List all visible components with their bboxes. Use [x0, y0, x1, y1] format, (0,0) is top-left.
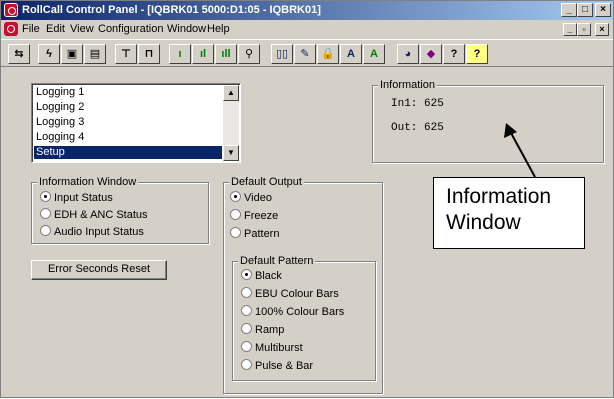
menu-window[interactable]: Window: [167, 23, 206, 35]
lock-icon[interactable]: 🔒: [317, 44, 339, 64]
radio-icon: [230, 227, 241, 238]
radio-icon: [230, 209, 241, 220]
menu-help[interactable]: Help: [207, 23, 230, 35]
font-a-green-icon[interactable]: A: [363, 44, 385, 64]
radio-pulse-bar[interactable]: Pulse & Bar: [241, 359, 313, 374]
document-icon[interactable]: [4, 22, 18, 36]
default-output-legend: Default Output: [229, 175, 304, 189]
save-all-icon[interactable]: ▤: [84, 44, 106, 64]
title-bar[interactable]: RollCall Control Panel - [IQBRK01 5000:D…: [1, 1, 613, 20]
radio-ebu-colour-bars[interactable]: EBU Colour Bars: [241, 287, 339, 302]
annotation-line-2: Window: [446, 211, 521, 234]
radio-label: EBU Colour Bars: [255, 288, 339, 300]
radio-multiburst[interactable]: Multiburst: [241, 341, 303, 356]
scroll-up-icon[interactable]: ▲: [223, 85, 239, 101]
mdi-minimize-button[interactable]: _: [563, 23, 577, 36]
information-legend: Information: [378, 78, 438, 92]
book-icon[interactable]: ▯▯: [271, 44, 293, 64]
radio-icon: [241, 323, 252, 334]
list-item[interactable]: Logging 2: [34, 101, 222, 114]
search-icon[interactable]: ⚲: [238, 44, 260, 64]
radio-label: Audio Input Status: [54, 226, 144, 238]
radio-label: Input Status: [54, 192, 113, 204]
radio-label: Freeze: [244, 210, 279, 222]
eraser-icon[interactable]: ◆: [420, 44, 442, 64]
bar-low-icon[interactable]: ı: [169, 44, 191, 64]
radio-label: Ramp: [255, 324, 285, 336]
radio-selected-icon: [230, 191, 241, 202]
radio-selected-icon: [40, 191, 51, 202]
scroll-down-icon[interactable]: ▼: [223, 145, 239, 161]
list-item-selected[interactable]: Setup: [34, 146, 222, 159]
window-title: RollCall Control Panel - [IQBRK01 5000:D…: [22, 4, 321, 16]
input-readout: In1: 625: [391, 98, 444, 110]
app-icon[interactable]: [4, 3, 18, 17]
radio-icon: [241, 359, 252, 370]
radio-icon: [241, 341, 252, 352]
menu-edit[interactable]: Edit: [46, 23, 65, 35]
bar-mid-icon[interactable]: ıl: [192, 44, 214, 64]
annotation-line-1: Information: [446, 185, 552, 208]
default-pattern-group: Default Pattern Black EBU Colour Bars 10…: [232, 254, 376, 381]
menu-bar: File Edit View Configuration Window Help…: [1, 21, 613, 38]
toolbar: ⇆ ϟ ▣ ▤ ⊤ ⊓ ı ıl ıll ⚲ ▯▯ ✎ 🔒 A A ◕ ◆ ? …: [1, 39, 613, 67]
information-group: Information In1: 625 Out: 625: [372, 78, 604, 163]
menu-file[interactable]: File: [22, 23, 40, 35]
help-icon[interactable]: ?: [443, 44, 465, 64]
network-icon[interactable]: ⊤: [115, 44, 137, 64]
radio-black[interactable]: Black: [241, 269, 282, 284]
lightning-icon[interactable]: ϟ: [38, 44, 60, 64]
device-icon[interactable]: ⊓: [138, 44, 160, 64]
radio-icon: [40, 225, 51, 236]
maximize-button[interactable]: □: [577, 3, 593, 17]
logging-list[interactable]: Logging 1 Logging 2 Logging 3 Logging 4 …: [31, 83, 241, 163]
default-output-group: Default Output Video Freeze Pattern Defa…: [223, 175, 383, 394]
radio-label: Video: [244, 192, 272, 204]
radio-label: Black: [255, 270, 282, 282]
connect-icon[interactable]: ⇆: [8, 44, 30, 64]
font-a-icon[interactable]: A: [340, 44, 362, 64]
list-item[interactable]: Logging 4: [34, 131, 222, 144]
close-button[interactable]: ×: [595, 3, 611, 17]
information-window-group: Information Window Input Status EDH & AN…: [31, 175, 209, 244]
menu-view[interactable]: View: [70, 23, 94, 35]
radio-icon: [40, 208, 51, 219]
list-item[interactable]: Logging 1: [34, 86, 222, 99]
minimize-button[interactable]: _: [561, 3, 577, 17]
radio-selected-icon: [241, 269, 252, 280]
radio-audio-input-status[interactable]: Audio Input Status: [40, 225, 144, 240]
rollcall-window: RollCall Control Panel - [IQBRK01 5000:D…: [0, 0, 614, 398]
radio-label: EDH & ANC Status: [54, 209, 148, 221]
radio-label: Pattern: [244, 228, 280, 240]
mdi-restore-button[interactable]: ▫: [577, 23, 591, 36]
globe-icon[interactable]: ◕: [397, 44, 419, 64]
radio-label: Multiburst: [255, 342, 303, 354]
radio-icon: [241, 287, 252, 298]
menu-configuration[interactable]: Configuration: [98, 23, 163, 35]
radio-pattern[interactable]: Pattern: [230, 227, 279, 242]
error-seconds-reset-button[interactable]: Error Seconds Reset: [31, 260, 167, 280]
bar-high-icon[interactable]: ıll: [215, 44, 237, 64]
radio-edh-anc-status[interactable]: EDH & ANC Status: [40, 208, 148, 223]
radio-100-colour-bars[interactable]: 100% Colour Bars: [241, 305, 344, 320]
default-pattern-legend: Default Pattern: [238, 254, 316, 268]
list-item[interactable]: Logging 3: [34, 116, 222, 129]
radio-ramp[interactable]: Ramp: [241, 323, 284, 338]
save-icon[interactable]: ▣: [61, 44, 83, 64]
information-window-legend: Information Window: [37, 175, 139, 189]
list-scrollbar[interactable]: ▲ ▼: [223, 85, 239, 161]
radio-freeze[interactable]: Freeze: [230, 209, 278, 224]
information-window-annotation: Information Window: [433, 177, 585, 249]
output-readout: Out: 625: [391, 122, 444, 134]
mdi-close-button[interactable]: ×: [595, 23, 609, 36]
radio-label: Pulse & Bar: [255, 360, 314, 372]
radio-input-status[interactable]: Input Status: [40, 191, 113, 206]
context-help-icon[interactable]: ?: [466, 44, 488, 64]
radio-video[interactable]: Video: [230, 191, 272, 206]
radio-icon: [241, 305, 252, 316]
radio-label: 100% Colour Bars: [255, 306, 345, 318]
edit-icon[interactable]: ✎: [294, 44, 316, 64]
